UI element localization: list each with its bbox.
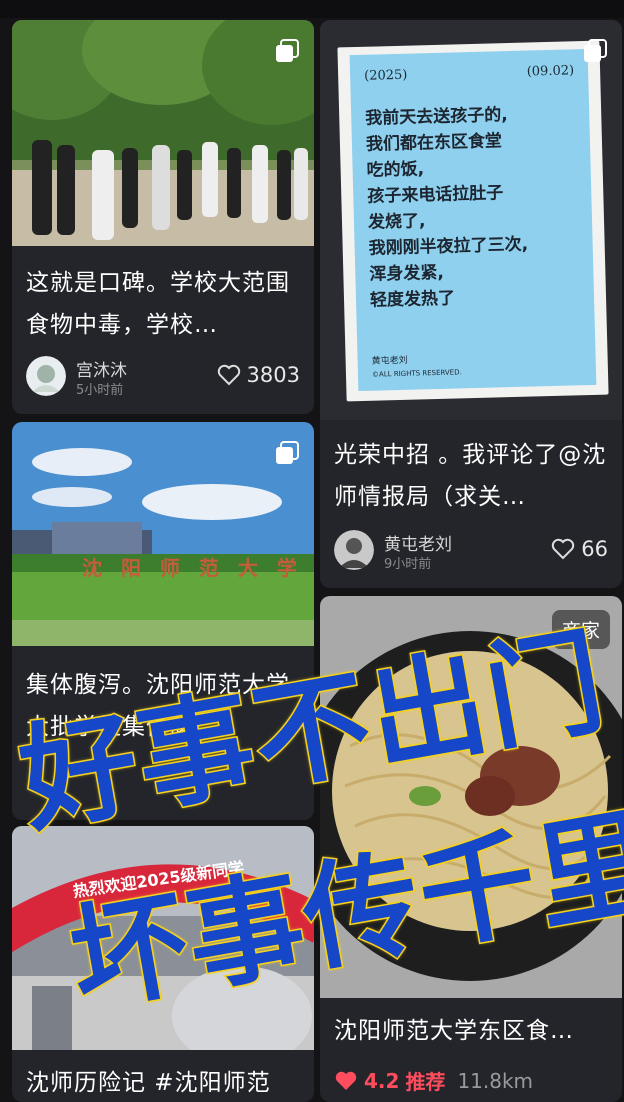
campus-sign: 沈 阳 师 范 大 学	[82, 556, 303, 580]
feed-card-2[interactable]: (2025) (09.02) 我前天去送孩子的, 我们都在东区食堂 吃的饭, 孩子来电…	[320, 20, 622, 588]
crowd-photo	[12, 20, 314, 246]
post-time: 5小时前	[76, 383, 124, 398]
post-time: 9小时前	[384, 557, 432, 572]
like-button[interactable]: 66	[551, 537, 608, 561]
note-year: (2025)	[363, 67, 408, 84]
note-signature: 黄屯老刘	[371, 355, 408, 367]
multi-image-icon	[274, 440, 300, 466]
paper-note: (2025) (09.02) 我前天去送孩子的, 我们都在东区食堂 吃的饭, 孩子来电…	[337, 40, 609, 402]
heart-icon	[552, 538, 575, 560]
author-name[interactable]: 宫沐沐	[76, 356, 127, 381]
card-title[interactable]: 沈师历险记 #沈阳师范	[26, 1062, 302, 1102]
status-strip	[0, 0, 624, 18]
feed-card-1[interactable]: 这就是口碑。学校大范围食物中毒，学校… 宫沐沐 5小时前 3803	[12, 20, 314, 414]
card-meta: 黄屯老刘 9小时前 66	[334, 528, 608, 576]
card-title[interactable]: 这就是口碑。学校大范围食物中毒，学校…	[26, 262, 302, 346]
like-count: 3803	[246, 363, 300, 387]
multi-image-icon	[274, 38, 300, 64]
distance: 11.8km	[457, 1068, 534, 1093]
rating-value: 4.2	[364, 1068, 400, 1093]
like-count: 66	[581, 537, 608, 561]
note-text: 我前天去送孩子的, 我们都在东区食堂 吃的饭, 孩子来电话拉肚子 发烧了, 我刚刚半夜拉了…	[365, 100, 580, 313]
card-title[interactable]: 沈阳师范大学东区食…	[334, 1010, 610, 1052]
card-meta: 宫沐沐 5小时前 3803	[26, 354, 300, 402]
note-line: 轻度发热了	[369, 288, 456, 311]
note-date: (09.02)	[526, 63, 575, 80]
campus-photo: 沈 阳 师 范 大 学	[12, 422, 314, 646]
avatar[interactable]	[334, 530, 374, 570]
card-title[interactable]: 光荣中招 。我评论了@沈师情报局（求关…	[334, 434, 610, 518]
like-button[interactable]: 3803	[217, 363, 300, 387]
rating-row: 4.2 推荐 11.8km	[334, 1066, 533, 1095]
filled-heart-icon	[335, 1071, 357, 1090]
avatar[interactable]	[26, 356, 66, 396]
heart-icon	[217, 364, 240, 386]
recommend-label: 推荐	[405, 1070, 446, 1094]
author-name[interactable]: 黄屯老刘	[384, 530, 452, 555]
note-image: (2025) (09.02) 我前天去送孩子的, 我们都在东区食堂 吃的饭, 孩子来电…	[320, 20, 622, 420]
multi-image-icon	[582, 38, 608, 64]
note-rights: ©ALL RIGHTS RESERVED.	[371, 368, 462, 379]
